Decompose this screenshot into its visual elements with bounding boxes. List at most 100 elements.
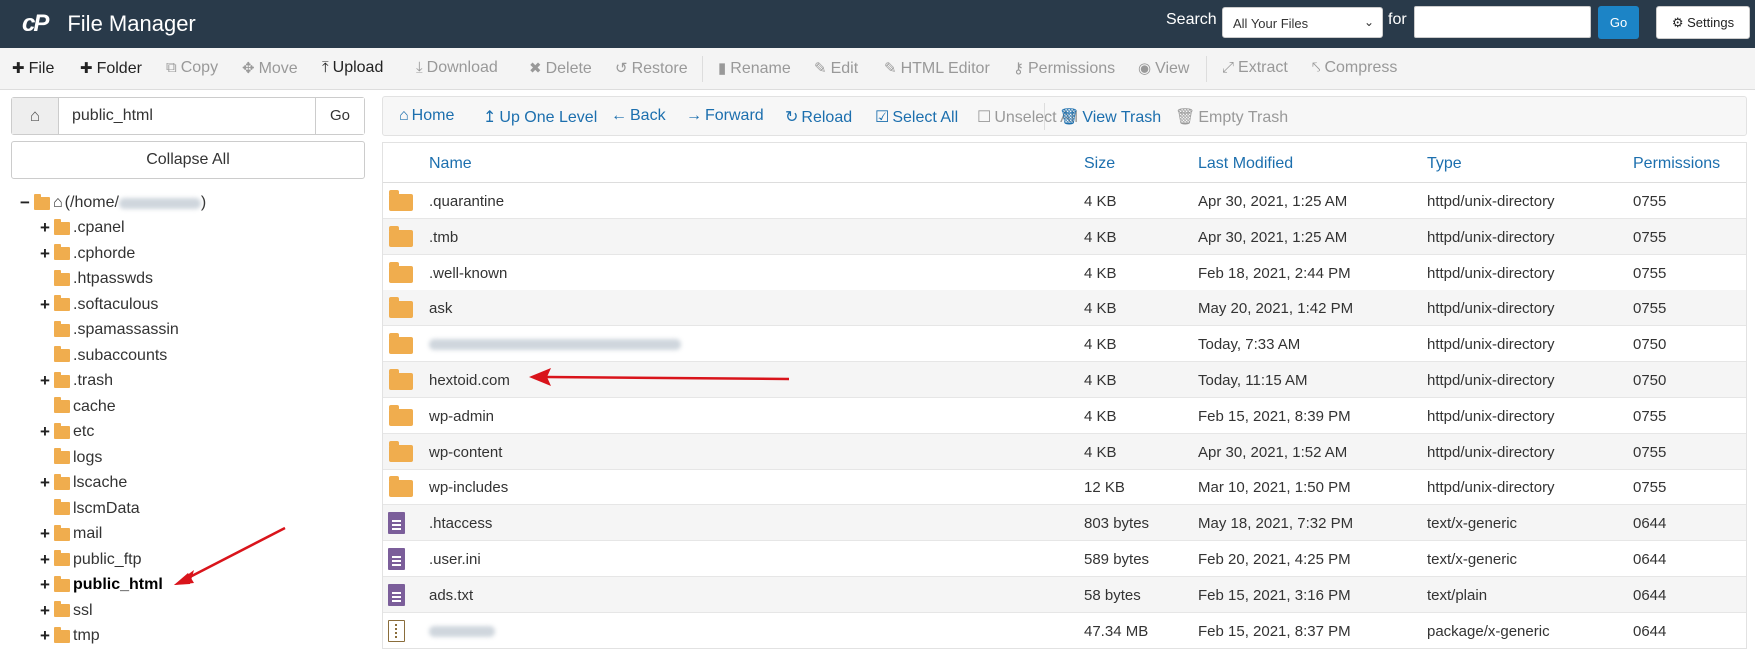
table-row[interactable]: wp-includes 12 KB Mar 10, 2021, 1:50 PM htt… bbox=[383, 469, 1746, 506]
restore-button[interactable]: ↺ Restore bbox=[615, 59, 688, 78]
path-go-button[interactable]: Go bbox=[315, 98, 364, 134]
search-input[interactable] bbox=[1414, 6, 1591, 38]
column-name-header[interactable]: Name bbox=[429, 155, 472, 173]
table-row[interactable]: .well-known 4 KB Feb 18, 2021, 2:44 PM http… bbox=[383, 255, 1746, 291]
plus-icon[interactable]: + bbox=[38, 626, 52, 646]
view-button[interactable]: ◉ View bbox=[1138, 59, 1189, 78]
home-icon[interactable]: ⌂ bbox=[12, 98, 59, 134]
table-row[interactable]: 47.34 MB Feb 15, 2021, 8:37 PM package/x-g… bbox=[383, 613, 1746, 648]
nav-view-trash-button[interactable]: 🗑 View Trash bbox=[1059, 107, 1161, 127]
tree-item[interactable]: logs bbox=[38, 447, 102, 469]
rename-button[interactable]: ▮ Rename bbox=[718, 59, 791, 78]
tree-item[interactable]: cache bbox=[38, 396, 116, 418]
tree-item[interactable]: + etc bbox=[38, 421, 94, 443]
plus-icon[interactable]: + bbox=[38, 422, 52, 442]
table-row[interactable]: .tmb 4 KB Apr 30, 2021, 1:25 AM httpd/unix-… bbox=[383, 218, 1746, 255]
top-header: cP File Manager Search All Your Files ⌄ … bbox=[0, 0, 1755, 48]
nav-up-one-level-button[interactable]: ↥ Up One Level bbox=[483, 107, 597, 127]
table-row[interactable]: wp-content 4 KB Apr 30, 2021, 1:52 AM httpd… bbox=[383, 433, 1746, 470]
column-modified-header[interactable]: Last Modified bbox=[1198, 155, 1293, 173]
tree-item[interactable]: + .cpanel bbox=[38, 217, 125, 239]
plus-icon[interactable]: + bbox=[38, 473, 52, 493]
nav-select-all-button[interactable]: ☑ Select All bbox=[875, 107, 958, 127]
tree-item[interactable]: lscmData bbox=[38, 498, 140, 520]
compress-button[interactable]: ⤣ Compress bbox=[1312, 59, 1397, 77]
folder-icon bbox=[54, 269, 70, 286]
plus-icon[interactable]: + bbox=[38, 575, 52, 595]
nav-reload-button[interactable]: ↻ Reload bbox=[785, 107, 852, 127]
column-permissions-header[interactable]: Permissions bbox=[1633, 155, 1720, 173]
move-button[interactable]: ✥ Move bbox=[242, 59, 298, 78]
file-type: package/x-generic bbox=[1427, 622, 1550, 640]
delete-button[interactable]: ✖ Delete bbox=[529, 59, 592, 78]
tree-item[interactable]: + public_html bbox=[38, 574, 163, 596]
move-label: Move bbox=[258, 60, 298, 77]
plus-icon[interactable]: + bbox=[38, 295, 52, 315]
gear-icon: ⚙ bbox=[1671, 15, 1684, 30]
plus-icon[interactable]: + bbox=[38, 218, 52, 238]
plus-icon[interactable]: + bbox=[38, 524, 52, 544]
new-file-button[interactable]: ✚ File bbox=[12, 59, 54, 78]
edit-button[interactable]: ✎ Edit bbox=[814, 59, 858, 78]
path-input[interactable]: public_html bbox=[72, 107, 153, 125]
tree-item[interactable]: + tmp bbox=[38, 625, 100, 647]
upload-label: Upload bbox=[332, 59, 384, 76]
new-file-label: File bbox=[28, 60, 55, 77]
table-row[interactable]: .quarantine 4 KB Apr 30, 2021, 1:25 AM http… bbox=[383, 183, 1746, 219]
nav-forward-button[interactable]: → Forward bbox=[686, 107, 764, 125]
file-permissions: 0755 bbox=[1633, 264, 1667, 282]
table-row[interactable]: ask 4 KB May 20, 2021, 1:42 PM httpd/unix-d… bbox=[383, 290, 1746, 327]
search-go-button[interactable]: Go bbox=[1598, 6, 1639, 39]
file-type: httpd/unix-directory bbox=[1427, 479, 1555, 497]
upload-button[interactable]: ⤒ Upload bbox=[322, 59, 383, 77]
tree-root-label: (/home/ bbox=[64, 194, 119, 211]
tree-item-label: tmp bbox=[73, 627, 100, 644]
tree-root[interactable]: − ⌂ (/home/ ) bbox=[18, 192, 206, 214]
table-row[interactable]: .user.ini 589 bytes Feb 20, 2021, 4:25 PM t… bbox=[383, 541, 1746, 577]
tree-item-label: public_html bbox=[73, 576, 163, 593]
file-permissions: 0755 bbox=[1633, 407, 1667, 425]
search-scope-select[interactable]: All Your Files ⌄ bbox=[1222, 7, 1383, 38]
tree-item[interactable]: + mail bbox=[38, 523, 102, 545]
column-type-header[interactable]: Type bbox=[1427, 155, 1462, 173]
permissions-button[interactable]: ⚷ Permissions bbox=[1013, 59, 1115, 78]
app-title: File Manager bbox=[67, 11, 196, 36]
tree-item[interactable]: + lscache bbox=[38, 472, 127, 494]
table-row[interactable]: ads.txt 58 bytes Feb 15, 2021, 3:16 PM text… bbox=[383, 576, 1746, 613]
table-row[interactable]: .htaccess 803 bytes May 18, 2021, 7:32 PM t… bbox=[383, 505, 1746, 542]
download-button[interactable]: ⤓ Download bbox=[416, 59, 498, 77]
html-editor-button[interactable]: ✎ HTML Editor bbox=[884, 59, 990, 78]
file-type: httpd/unix-directory bbox=[1427, 407, 1555, 425]
tree-item[interactable]: + .softaculous bbox=[38, 294, 158, 316]
tree-item[interactable]: .htpasswds bbox=[38, 268, 153, 290]
compress-icon: ⤣ bbox=[1312, 59, 1321, 76]
brand[interactable]: cP File Manager bbox=[22, 10, 196, 38]
tree-item-label: .trash bbox=[73, 372, 114, 389]
new-folder-button[interactable]: ✚ Folder bbox=[80, 59, 142, 78]
nav-back-button[interactable]: ← Back bbox=[611, 107, 666, 125]
minus-icon[interactable]: − bbox=[18, 193, 32, 213]
tree-item[interactable]: + .trash bbox=[38, 370, 113, 392]
collapse-all-button[interactable]: Collapse All bbox=[11, 141, 365, 179]
tree-item[interactable]: .subaccounts bbox=[38, 345, 167, 367]
column-size-header[interactable]: Size bbox=[1084, 155, 1115, 173]
tree-item[interactable]: + public_ftp bbox=[38, 549, 141, 571]
nav-empty-trash-button[interactable]: 🗑 Empty Trash bbox=[1175, 107, 1288, 127]
tree-item[interactable]: + ssl bbox=[38, 600, 93, 622]
folder-icon bbox=[389, 333, 413, 355]
settings-button[interactable]: ⚙ Settings bbox=[1656, 6, 1750, 39]
plus-icon[interactable]: + bbox=[38, 371, 52, 391]
copy-button[interactable]: ⧉ Copy bbox=[166, 59, 218, 77]
plus-icon[interactable]: + bbox=[38, 244, 52, 264]
plus-icon[interactable]: + bbox=[38, 601, 52, 621]
tree-item[interactable]: + .cphorde bbox=[38, 243, 135, 265]
extract-button[interactable]: ⤢ Extract bbox=[1222, 59, 1288, 77]
plus-icon: ✚ bbox=[12, 60, 25, 77]
tree-item[interactable]: .spamassassin bbox=[38, 319, 179, 341]
checkbox-checked-icon: ☑ bbox=[875, 109, 890, 126]
plus-icon[interactable]: + bbox=[38, 550, 52, 570]
table-row[interactable]: 4 KB Today, 7:33 AM httpd/unix-directory 07… bbox=[383, 326, 1746, 363]
nav-home-button[interactable]: ⌂ Home bbox=[399, 107, 454, 125]
table-row[interactable]: wp-admin 4 KB Feb 15, 2021, 8:39 PM httpd/u… bbox=[383, 398, 1746, 434]
restore-label: Restore bbox=[631, 60, 688, 77]
